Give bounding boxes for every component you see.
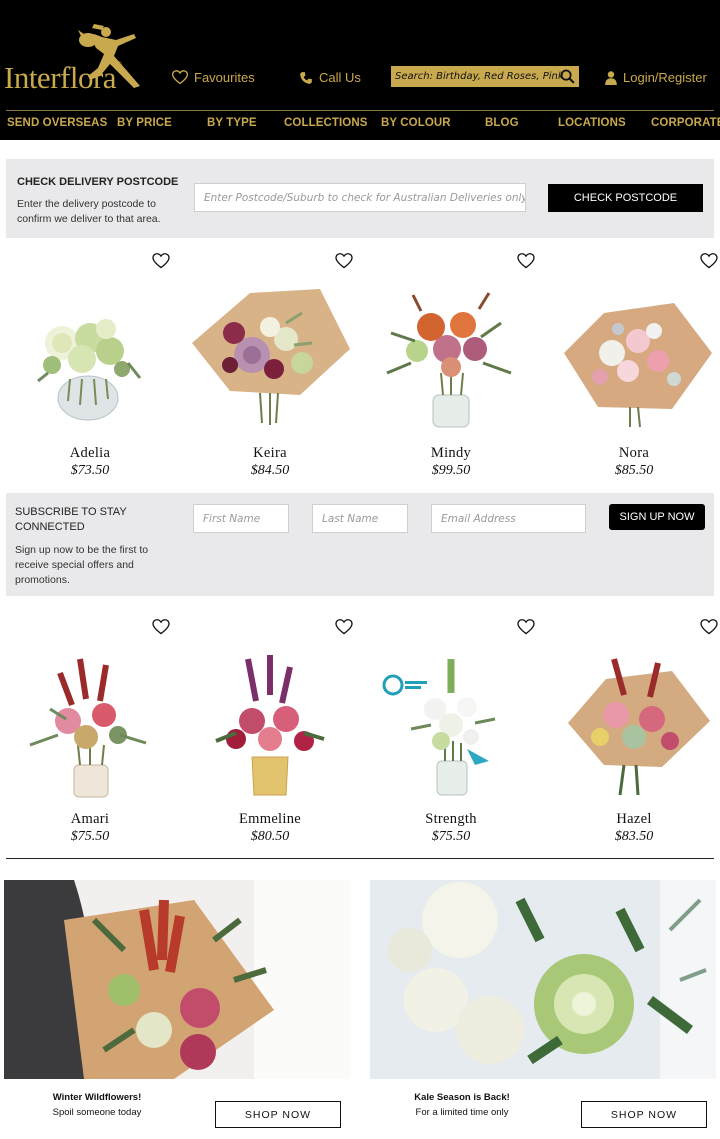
nav-item-by-type[interactable]: BY TYPE <box>207 117 257 129</box>
product-name[interactable]: Nora <box>544 445 720 462</box>
call-us-link[interactable]: Call Us <box>299 70 361 85</box>
logo-wordmark: Interflora® <box>4 60 122 95</box>
product-price: $75.50 <box>431 829 471 844</box>
login-register-link[interactable]: Login/Register <box>605 70 707 85</box>
product-price: $85.50 <box>614 463 654 478</box>
check-postcode-button[interactable]: CHECK POSTCODE <box>548 184 703 212</box>
nav-item-by-colour[interactable]: BY COLOUR <box>381 117 451 129</box>
shop-now-button[interactable]: SHOP NOW <box>215 1101 341 1128</box>
product-price: $75.50 <box>70 829 110 844</box>
sign-up-button[interactable]: SIGN UP NOW <box>609 504 705 530</box>
product-name[interactable]: Hazel <box>544 811 720 828</box>
user-icon <box>605 70 617 85</box>
search-icon[interactable] <box>559 68 576 85</box>
site-header: Interflora® Favourites Call Us Login/Reg… <box>0 0 720 140</box>
promo-image-winter-wildflowers[interactable] <box>4 880 350 1079</box>
product-image[interactable] <box>554 283 714 433</box>
promo-subtitle: Spoil someone today <box>52 1107 142 1118</box>
nav-item-blog[interactable]: BLOG <box>485 117 519 129</box>
product-card-nora[interactable]: Nora $85.50 <box>544 243 720 483</box>
heart-icon[interactable] <box>152 619 170 635</box>
section-divider <box>6 858 714 859</box>
nav-item-corporate[interactable]: CORPORATE <box>651 117 720 129</box>
subscribe-panel: SUBSCRIBE TO STAY CONNECTED Sign up now … <box>6 493 714 596</box>
nav-item-locations[interactable]: LOCATIONS <box>558 117 626 129</box>
product-price: $99.50 <box>431 463 471 478</box>
product-card-strength[interactable]: Strength $75.50 <box>361 609 541 849</box>
product-price: $83.50 <box>614 829 654 844</box>
heart-icon[interactable] <box>335 253 353 269</box>
product-name[interactable]: Mindy <box>361 445 541 462</box>
product-name[interactable]: Amari <box>0 811 180 828</box>
heart-icon <box>172 70 188 85</box>
product-price: $84.50 <box>250 463 290 478</box>
main-nav: SEND OVERSEAS BY PRICE BY TYPE COLLECTIO… <box>0 117 720 133</box>
heart-icon[interactable] <box>700 253 718 269</box>
heart-icon[interactable] <box>335 619 353 635</box>
product-price: $80.50 <box>250 829 290 844</box>
postcode-check-panel: CHECK DELIVERY POSTCODE Enter the delive… <box>6 159 714 238</box>
product-image[interactable] <box>10 283 170 433</box>
product-price: $73.50 <box>70 463 110 478</box>
product-name[interactable]: Keira <box>180 445 360 462</box>
postcode-description: Enter the delivery postcode to confirm w… <box>17 198 161 225</box>
product-card-keira[interactable]: Keira $84.50 <box>180 243 360 483</box>
search-input[interactable] <box>395 71 563 82</box>
heart-icon[interactable] <box>152 253 170 269</box>
search-bar <box>391 66 579 87</box>
product-card-emmeline[interactable]: Emmeline $80.50 <box>180 609 360 849</box>
product-image[interactable] <box>371 649 531 799</box>
nav-item-by-price[interactable]: BY PRICE <box>117 117 172 129</box>
subscribe-title: SUBSCRIBE TO STAY CONNECTED <box>15 506 127 533</box>
last-name-field[interactable] <box>312 504 408 533</box>
product-image[interactable] <box>371 283 531 433</box>
product-image[interactable] <box>190 283 350 433</box>
product-image[interactable] <box>10 649 170 799</box>
product-image[interactable] <box>190 649 350 799</box>
nav-item-send-overseas[interactable]: SEND OVERSEAS <box>7 117 107 129</box>
postcode-title: CHECK DELIVERY POSTCODE <box>17 176 179 188</box>
product-card-amari[interactable]: Amari $75.50 <box>0 609 180 849</box>
promo-image-kale-season[interactable] <box>370 880 716 1079</box>
promo-photo <box>370 880 716 1079</box>
promo-subtitle: For a limited time only <box>415 1107 509 1118</box>
interflora-logo[interactable]: Interflora® <box>4 20 154 95</box>
favourites-link[interactable]: Favourites <box>172 70 255 85</box>
promo-photo <box>4 880 350 1079</box>
call-us-label: Call Us <box>319 70 361 85</box>
favourites-label: Favourites <box>194 70 255 85</box>
charity-badge-icon <box>382 674 404 696</box>
heart-icon[interactable] <box>700 619 718 635</box>
email-field[interactable] <box>431 504 586 533</box>
product-name[interactable]: Strength <box>361 811 541 828</box>
promo-title: Winter Wildflowers! <box>52 1092 142 1103</box>
shop-now-button[interactable]: SHOP NOW <box>581 1101 707 1128</box>
nav-divider <box>6 110 714 111</box>
promo-title: Kale Season is Back! <box>414 1092 510 1103</box>
login-register-label: Login/Register <box>623 70 707 85</box>
product-card-hazel[interactable]: Hazel $83.50 <box>544 609 720 849</box>
nav-item-collections[interactable]: COLLECTIONS <box>284 117 368 129</box>
heart-icon[interactable] <box>517 619 535 635</box>
product-name[interactable]: Emmeline <box>180 811 360 828</box>
first-name-field[interactable] <box>193 504 289 533</box>
product-image[interactable] <box>554 649 714 799</box>
product-card-adelia[interactable]: Adelia $73.50 <box>0 243 180 483</box>
postcode-input[interactable] <box>194 183 526 212</box>
product-card-mindy[interactable]: Mindy $99.50 <box>361 243 541 483</box>
heart-icon[interactable] <box>517 253 535 269</box>
product-name[interactable]: Adelia <box>0 445 180 462</box>
subscribe-description: Sign up now to be the first to receive s… <box>15 544 149 586</box>
phone-icon <box>300 71 312 84</box>
